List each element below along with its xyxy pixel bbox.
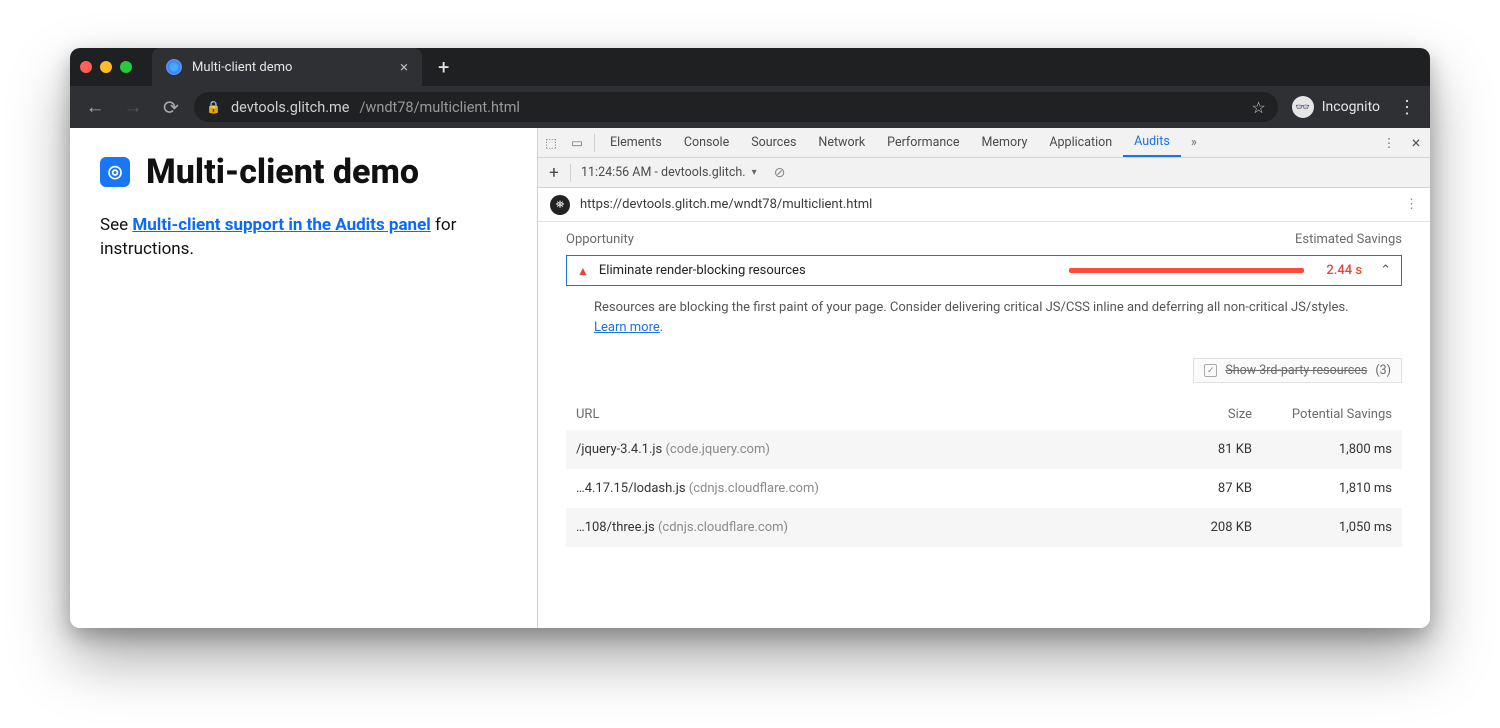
col-size: Size	[1142, 399, 1262, 430]
page-heading-icon: ◎	[100, 157, 130, 187]
learn-more-link[interactable]: Learn more	[594, 320, 660, 335]
opportunity-desc-period: .	[660, 320, 663, 335]
resource-savings: 1,800 ms	[1262, 430, 1402, 469]
audits-toolbar: + 11:24:56 AM - devtools.glitch. ▾ ⊘	[538, 158, 1430, 188]
resource-savings: 1,810 ms	[1262, 469, 1402, 508]
opportunity-row[interactable]: ▲ Eliminate render-blocking resources 2.…	[566, 255, 1402, 286]
audit-url: https://devtools.glitch.me/wndt78/multic…	[580, 197, 872, 212]
devtools-tab-network[interactable]: Network	[807, 128, 876, 157]
devtools-tabs: ⬚ ▭ ElementsConsoleSourcesNetworkPerform…	[538, 128, 1430, 158]
page-paragraph: See Multi-client support in the Audits p…	[100, 214, 507, 262]
resource-savings: 1,050 ms	[1262, 508, 1402, 547]
devtools-tab-elements[interactable]: Elements	[599, 128, 673, 157]
favicon-icon	[166, 59, 182, 75]
devtools-close-button[interactable]: ×	[1402, 133, 1430, 152]
table-row: /jquery-3.4.1.js (code.jquery.com)81 KB1…	[566, 430, 1402, 469]
resource-url: …108/three.js (cdnjs.cloudflare.com)	[566, 508, 1142, 547]
url-path: /wndt78/multiclient.html	[359, 99, 519, 116]
resource-size: 87 KB	[1142, 469, 1262, 508]
page-title: Multi-client demo	[146, 152, 419, 192]
incognito-indicator: 👓 Incognito	[1286, 96, 1386, 118]
audit-report: Opportunity Estimated Savings ▲ Eliminat…	[538, 222, 1430, 628]
audit-url-menu-icon[interactable]: ⋮	[1405, 197, 1418, 212]
close-tab-icon[interactable]: ×	[400, 58, 408, 76]
col-savings: Potential Savings	[1262, 399, 1402, 430]
devtools-tab-application[interactable]: Application	[1038, 128, 1123, 157]
clear-button[interactable]: ⊘	[769, 165, 791, 181]
reload-button[interactable]: ⟳	[156, 96, 186, 119]
opportunity-desc-text: Resources are blocking the first paint o…	[594, 300, 1349, 315]
table-row: …4.17.15/lodash.js (cdnjs.cloudflare.com…	[566, 469, 1402, 508]
opportunity-savings: 2.44 s	[1326, 263, 1362, 278]
devtools-tab-audits[interactable]: Audits	[1123, 128, 1181, 157]
show-3rd-party-toggle[interactable]: ✓ Show 3rd-party resources (3)	[1193, 358, 1402, 383]
warning-triangle-icon: ▲	[577, 264, 589, 278]
audit-run-selector[interactable]: 11:24:56 AM - devtools.glitch. ▾	[575, 165, 763, 180]
lighthouse-icon: ⛯	[550, 195, 570, 215]
devtools-menu-icon[interactable]: ⋮	[1376, 135, 1402, 151]
checkbox-icon: ✓	[1204, 364, 1217, 377]
lock-icon: 🔒	[206, 100, 221, 114]
page-text-prefix: See	[100, 215, 132, 235]
table-row: …108/three.js (cdnjs.cloudflare.com)208 …	[566, 508, 1402, 547]
browser-menu-button[interactable]: ⋮	[1394, 97, 1420, 118]
devtools-tab-performance[interactable]: Performance	[876, 128, 970, 157]
devtools-tab-memory[interactable]: Memory	[970, 128, 1038, 157]
device-toolbar-icon[interactable]: ▭	[564, 135, 590, 151]
maximize-window-button[interactable]	[120, 61, 132, 73]
resource-size: 81 KB	[1142, 430, 1262, 469]
opportunity-savings-bar	[1069, 268, 1304, 273]
opportunity-header: Opportunity	[566, 232, 634, 247]
devtools-panel: ⬚ ▭ ElementsConsoleSourcesNetworkPerform…	[537, 128, 1430, 628]
page-content: ◎ Multi-client demo See Multi-client sup…	[70, 128, 537, 628]
bookmark-star-icon[interactable]: ☆	[1251, 98, 1265, 117]
omnibar[interactable]: 🔒 devtools.glitch.me/wndt78/multiclient.…	[194, 92, 1278, 122]
opportunity-description: Resources are blocking the first paint o…	[566, 286, 1402, 344]
audit-url-row: ⛯ https://devtools.glitch.me/wndt78/mult…	[538, 188, 1430, 222]
incognito-icon: 👓	[1292, 96, 1314, 118]
forward-button[interactable]: →	[118, 95, 148, 119]
new-audit-button[interactable]: +	[542, 163, 566, 183]
browser-window: Multi-client demo × + ← → ⟳ 🔒 devtools.g…	[70, 48, 1430, 628]
toggle-label: Show 3rd-party resources	[1225, 363, 1367, 378]
tab-title: Multi-client demo	[192, 60, 292, 75]
col-url: URL	[566, 399, 1142, 430]
page-link[interactable]: Multi-client support in the Audits panel	[132, 215, 430, 235]
resource-size: 208 KB	[1142, 508, 1262, 547]
address-bar: ← → ⟳ 🔒 devtools.glitch.me/wndt78/multic…	[70, 86, 1430, 128]
toggle-count: (3)	[1375, 363, 1391, 378]
savings-header: Estimated Savings	[1295, 232, 1402, 247]
window-controls	[80, 61, 132, 73]
resource-url: /jquery-3.4.1.js (code.jquery.com)	[566, 430, 1142, 469]
chevron-down-icon: ▾	[752, 167, 757, 178]
chevron-up-icon: ⌃	[1380, 263, 1391, 278]
new-tab-button[interactable]: +	[422, 55, 465, 79]
minimize-window-button[interactable]	[100, 61, 112, 73]
devtools-tab-console[interactable]: Console	[673, 128, 740, 157]
opportunity-title: Eliminate render-blocking resources	[599, 263, 806, 278]
devtools-tab-sources[interactable]: Sources	[740, 128, 807, 157]
inspect-element-icon[interactable]: ⬚	[538, 135, 564, 151]
resources-table: URL Size Potential Savings /jquery-3.4.1…	[566, 399, 1402, 547]
incognito-label: Incognito	[1322, 99, 1380, 115]
page-heading: ◎ Multi-client demo	[100, 152, 507, 192]
browser-tab[interactable]: Multi-client demo ×	[152, 48, 422, 86]
content-area: ◎ Multi-client demo See Multi-client sup…	[70, 128, 1430, 628]
resource-url: …4.17.15/lodash.js (cdnjs.cloudflare.com…	[566, 469, 1142, 508]
close-window-button[interactable]	[80, 61, 92, 73]
url-host: devtools.glitch.me	[231, 99, 350, 116]
audit-run-label: 11:24:56 AM - devtools.glitch.	[581, 165, 746, 180]
back-button[interactable]: ←	[80, 95, 110, 119]
tab-strip: Multi-client demo × +	[70, 48, 1430, 86]
more-tabs-icon[interactable]: »	[1181, 135, 1207, 150]
